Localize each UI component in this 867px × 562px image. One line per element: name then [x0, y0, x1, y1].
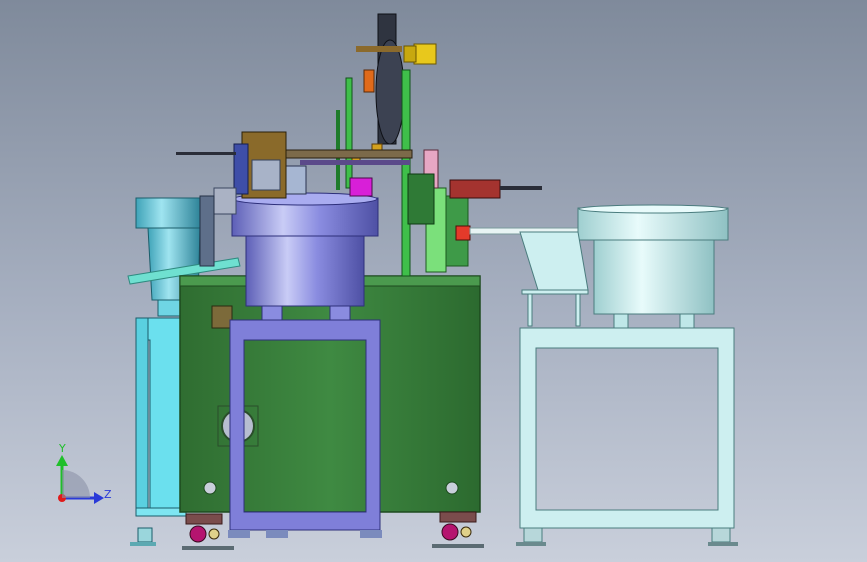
upper-mechanism [176, 13, 581, 277]
axis-triad: Y Z [56, 442, 112, 504]
machine-model: Y Z [56, 13, 738, 550]
y-axis-label: Y [58, 442, 66, 455]
center-hopper [231, 192, 379, 323]
z-axis-label: Z [104, 488, 112, 501]
cad-viewport[interactable]: Y Z [0, 0, 867, 562]
right-feeder [516, 204, 738, 546]
